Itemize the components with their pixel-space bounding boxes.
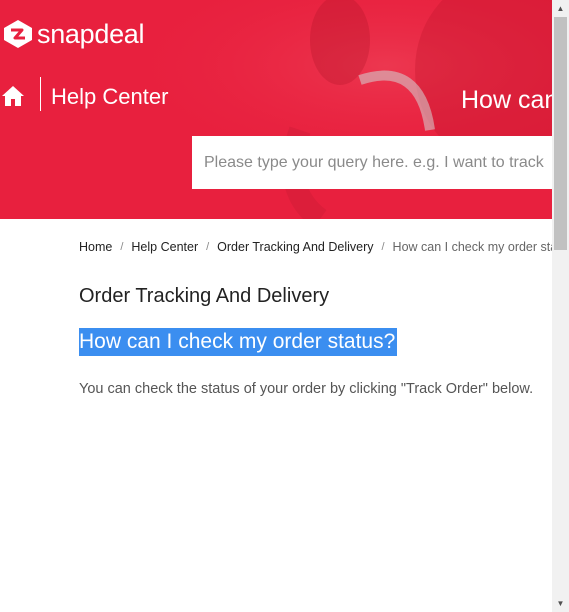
hero-banner: snapdeal Help Center How can (0, 0, 552, 219)
breadcrumb-current: How can I check my order status? (392, 240, 552, 254)
breadcrumb: Home / Help Center / Order Tracking And … (79, 240, 552, 254)
snapdeal-logo-icon (4, 20, 32, 48)
scroll-up-icon[interactable]: ▲ (552, 0, 569, 17)
breadcrumb-order-tracking[interactable]: Order Tracking And Delivery (217, 240, 373, 254)
breadcrumb-separator: / (206, 241, 210, 253)
browser-viewport: snapdeal Help Center How can Home / Help… (0, 0, 569, 612)
vertical-scrollbar[interactable]: ▲ ▼ (552, 0, 569, 612)
breadcrumb-home[interactable]: Home (79, 240, 112, 254)
logo-text: snapdeal (37, 18, 145, 49)
search-input[interactable] (192, 136, 552, 189)
breadcrumb-help-center[interactable]: Help Center (131, 240, 198, 254)
help-page: snapdeal Help Center How can Home / Help… (0, 0, 552, 612)
snapdeal-logo[interactable]: snapdeal (2, 18, 145, 50)
question-title: How can I check my order status? (79, 328, 398, 356)
help-center-title[interactable]: Help Center (51, 84, 168, 110)
category-title: Order Tracking And Delivery (79, 285, 330, 307)
header-divider (40, 77, 41, 111)
home-icon[interactable] (1, 84, 25, 108)
answer-text: You can check the status of your order b… (79, 381, 534, 397)
scroll-down-icon[interactable]: ▼ (552, 595, 569, 612)
breadcrumb-separator: / (381, 241, 385, 253)
breadcrumb-separator: / (120, 241, 124, 253)
hero-heading: How can (461, 86, 552, 114)
scroll-thumb[interactable] (554, 17, 567, 250)
